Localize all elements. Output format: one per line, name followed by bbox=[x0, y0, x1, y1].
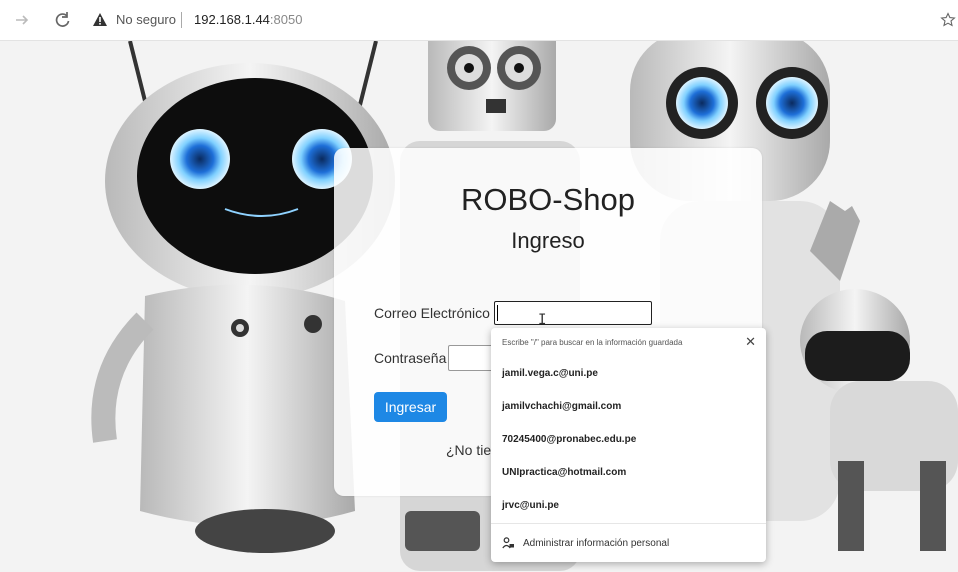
manage-label: Administrar información personal bbox=[523, 537, 670, 549]
autofill-item[interactable]: jrvc@uni.pe bbox=[502, 500, 559, 511]
password-label: Contraseña bbox=[374, 350, 447, 366]
security-label[interactable]: No seguro bbox=[116, 12, 176, 27]
url-host: 192.168.1.44 bbox=[194, 12, 270, 27]
manage-personal-info-button[interactable]: Administrar información personal bbox=[502, 537, 669, 549]
page-subtitle: Ingreso bbox=[511, 228, 585, 253]
autofill-item[interactable]: 70245400@pronabec.edu.pe bbox=[502, 434, 636, 445]
text-cursor-icon: I bbox=[538, 312, 547, 328]
login-button[interactable]: Ingresar bbox=[374, 392, 447, 422]
url-port: :8050 bbox=[269, 12, 303, 27]
browser-toolbar: No seguro 192.168.1.44:8050 bbox=[0, 0, 958, 41]
email-field[interactable] bbox=[494, 301, 652, 325]
autofill-item[interactable]: jamil.vega.c@uni.pe bbox=[502, 368, 598, 379]
register-link[interactable]: ¿No tie bbox=[446, 442, 491, 458]
password-field[interactable] bbox=[448, 345, 496, 371]
favorite-icon[interactable] bbox=[938, 10, 958, 30]
address-bar[interactable]: 192.168.1.44:8050 bbox=[194, 12, 302, 27]
page-title: ROBO-Shop bbox=[460, 182, 635, 217]
person-settings-icon bbox=[502, 537, 514, 549]
close-icon[interactable]: ✕ bbox=[745, 334, 756, 350]
url-separator bbox=[181, 12, 182, 28]
autofill-hint: Escribe "/" para buscar en la informació… bbox=[502, 338, 683, 347]
autofill-item[interactable]: UNIpractica@hotmail.com bbox=[502, 467, 626, 478]
forward-icon[interactable] bbox=[12, 10, 32, 30]
warning-icon[interactable] bbox=[92, 12, 108, 28]
email-label: Correo Electrónico bbox=[374, 305, 490, 321]
reload-icon[interactable] bbox=[52, 10, 72, 30]
autofill-divider bbox=[491, 523, 766, 524]
autofill-item[interactable]: jamilvchachi@gmail.com bbox=[502, 401, 621, 412]
autofill-dropdown[interactable]: Escribe "/" para buscar en la informació… bbox=[491, 328, 766, 562]
